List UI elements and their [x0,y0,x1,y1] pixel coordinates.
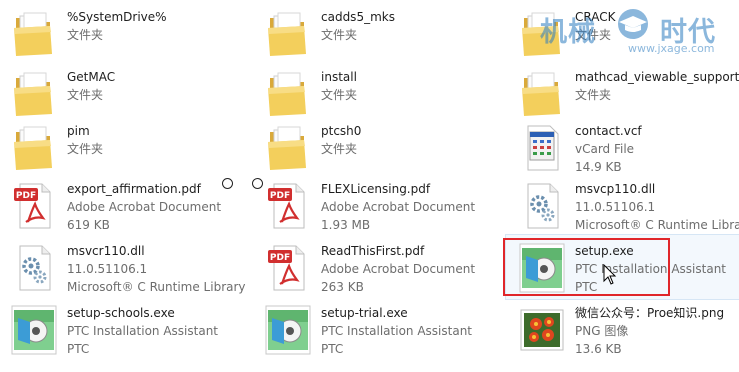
file-item[interactable]: PDF FLEXLicensing.pdf Adobe Acrobat Docum… [258,178,508,238]
file-type: 文件夹 [67,142,104,156]
file-name: %SystemDrive% [67,10,167,24]
file-item[interactable]: contact.vcf vCard File 14.9 KB [512,120,739,180]
pdf-file-icon: PDF [10,180,58,232]
file-detail: Microsoft® C Runtime Library [575,218,739,232]
drag-marker-icon [222,178,233,189]
file-name: export_affirmation.pdf [67,182,201,196]
file-item[interactable]: msvcp110.dll 11.0.51106.1 Microsoft® C Run… [512,178,739,238]
file-item[interactable]: GetMAC 文件夹 [4,66,254,126]
file-item[interactable]: PDF ReadThisFirst.pdf Adobe Acrobat Docum… [258,240,508,300]
folder-icon [10,122,58,174]
file-type: 文件夹 [321,88,358,102]
file-item[interactable]: cadds5_mks 文件夹 [258,6,508,66]
file-type: 11.0.51106.1 [575,200,656,214]
file-type: 文件夹 [321,142,358,156]
file-type: PNG 图像 [575,324,629,338]
file-type: 文件夹 [67,88,104,102]
mouse-cursor-icon [603,264,617,285]
file-name: ReadThisFirst.pdf [321,244,425,258]
folder-icon [10,8,58,60]
png-image-icon [518,304,566,356]
file-name: 微信公众号：Proe知识.png [575,306,725,320]
ptc-installer-icon [10,304,58,356]
file-name: cadds5_mks [321,10,395,24]
file-detail: 1.93 MB [321,218,371,232]
graduation-cap-icon [618,9,648,39]
drag-marker-icon [252,178,263,189]
file-type: Adobe Acrobat Document [67,200,222,214]
file-type: 文件夹 [67,28,104,42]
file-name: install [321,70,357,84]
folder-icon [518,68,566,120]
watermark-url: www.jxage.com [628,42,715,55]
watermark: 机械 时代 www.jxage.com [530,8,739,55]
file-item[interactable]: msvcr110.dll 11.0.51106.1 Microsoft® C Run… [4,240,254,300]
file-name: contact.vcf [575,124,642,138]
file-name: mathcad_viewable_support [575,70,739,84]
file-name: ptcsh0 [321,124,362,138]
file-item[interactable]: ptcsh0 文件夹 [258,120,508,180]
file-name: pim [67,124,90,138]
file-type: PTC Installation Assistant [67,324,219,338]
vcard-file-icon [518,122,566,174]
ptc-installer-icon [264,304,312,356]
file-type: 11.0.51106.1 [67,262,148,276]
svg-text:PDF: PDF [270,191,290,201]
file-name: msvcr110.dll [67,244,145,258]
dll-file-icon [518,180,566,232]
file-detail: 14.9 KB [575,160,622,174]
file-item[interactable]: install 文件夹 [258,66,508,126]
file-item[interactable]: setup-trial.exe PTC Installation Assistan… [258,302,508,362]
dll-file-icon [10,242,58,294]
folder-icon [264,8,312,60]
file-type: 文件夹 [321,28,358,42]
file-detail: PTC [67,342,90,356]
folder-icon [264,122,312,174]
file-item[interactable]: PDF export_affirmation.pdf Adobe Acrobat … [4,178,254,238]
file-item[interactable]: pim 文件夹 [4,120,254,180]
file-item[interactable]: 微信公众号：Proe知识.png PNG 图像 13.6 KB [512,302,739,362]
file-item[interactable]: mathcad_viewable_support 文件夹 [512,66,739,126]
file-name: msvcp110.dll [575,182,656,196]
file-type: Adobe Acrobat Document [321,200,476,214]
pdf-file-icon: PDF [264,180,312,232]
file-type: Adobe Acrobat Document [321,262,476,276]
svg-text:PDF: PDF [16,191,36,201]
file-type: PTC Installation Assistant [321,324,473,338]
file-item[interactable]: setup-schools.exe PTC Installation Assist… [4,302,254,362]
file-name: FLEXLicensing.pdf [321,182,431,196]
file-type: 文件夹 [575,88,612,102]
folder-icon [264,68,312,120]
file-name: setup-trial.exe [321,306,408,320]
file-detail: PTC [321,342,344,356]
svg-text:PDF: PDF [270,253,290,263]
file-name: GetMAC [67,70,116,84]
file-type: vCard File [575,142,635,156]
file-detail: Microsoft® C Runtime Library [67,280,246,294]
file-detail: 13.6 KB [575,342,622,356]
folder-icon [10,68,58,120]
file-name: setup-schools.exe [67,306,175,320]
file-detail: 619 KB [67,218,110,232]
pdf-file-icon: PDF [264,242,312,294]
selection-annotation-box [503,238,670,296]
file-item[interactable]: %SystemDrive% 文件夹 [4,6,254,66]
watermark-brand-start: 机械 [540,17,596,48]
file-detail: 263 KB [321,280,364,294]
